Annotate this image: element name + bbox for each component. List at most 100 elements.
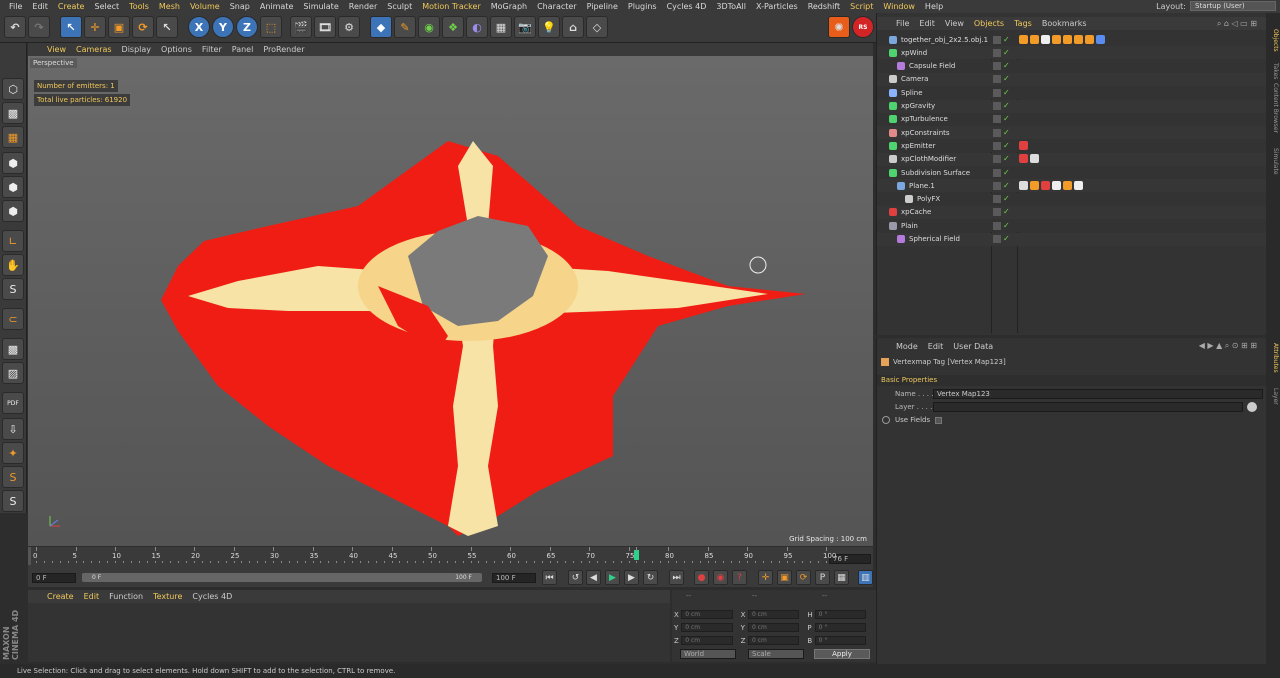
object-tag-icon[interactable] <box>1063 34 1072 44</box>
object-tag-icon[interactable] <box>1019 34 1028 44</box>
menu-window[interactable]: Window <box>878 2 920 11</box>
object-name[interactable]: xpCache <box>901 208 931 216</box>
layer-swatch[interactable] <box>993 35 1001 44</box>
layer-swatch[interactable] <box>993 235 1001 243</box>
rotate-icon[interactable]: ⟳ <box>132 16 154 38</box>
object-tag-icon[interactable] <box>1030 180 1039 190</box>
menu-simulate[interactable]: Simulate <box>298 2 343 11</box>
object-name[interactable]: together_obj_2x2.5.obj.1 <box>901 36 988 44</box>
object-tag-icon[interactable] <box>1052 180 1061 190</box>
object-tag-icon[interactable] <box>1041 180 1050 190</box>
object-row[interactable]: Capsule Field ✓ <box>877 59 1267 73</box>
menu-prorender[interactable]: ProRender <box>258 45 309 54</box>
layer-swatch[interactable] <box>993 128 1001 137</box>
texture-mode-icon[interactable]: ▩ <box>2 102 24 124</box>
floor-icon[interactable]: ▦ <box>490 16 512 38</box>
layer-swatch[interactable] <box>993 208 1001 217</box>
menu-edit[interactable]: Edit <box>27 2 53 11</box>
visibility-check-icon[interactable]: ✓ <box>1003 181 1011 190</box>
object-row[interactable]: xpTurbulence ✓ <box>877 112 1267 126</box>
menu-filter[interactable]: Filter <box>197 45 227 54</box>
menu-texture[interactable]: Texture <box>148 592 187 601</box>
layer-swatch[interactable] <box>993 48 1001 57</box>
tweak-mode-icon[interactable]: ✋ <box>2 254 24 276</box>
menu-help[interactable]: Help <box>920 2 948 11</box>
coord-mode-dropdown[interactable]: World <box>680 649 736 659</box>
play-icon[interactable]: ▶ <box>605 570 620 585</box>
object-row[interactable]: xpCache ✓ <box>877 205 1267 219</box>
apply-button[interactable]: Apply <box>814 649 870 659</box>
visibility-check-icon[interactable]: ✓ <box>1003 155 1011 163</box>
object-name[interactable]: Spherical Field <box>909 235 960 243</box>
frame-range-slider[interactable]: 0 F 100 F <box>82 573 482 582</box>
render-settings-icon[interactable]: ⚙ <box>338 16 360 38</box>
paint-icon[interactable]: ▩ <box>2 338 24 360</box>
menu-file[interactable]: File <box>4 2 27 11</box>
magnet-icon[interactable]: ⊂ <box>2 308 24 330</box>
key-scale-icon[interactable]: ▣ <box>777 570 792 585</box>
move-icon[interactable]: ✛ <box>84 16 106 38</box>
object-tag-icon[interactable] <box>1085 34 1094 44</box>
undo-icon[interactable]: ↶ <box>4 16 26 38</box>
object-tag-icon[interactable] <box>1019 140 1028 150</box>
menu-cycles-4d[interactable]: Cycles 4D <box>662 2 712 11</box>
menu-create[interactable]: Create <box>42 592 79 601</box>
object-row[interactable]: Plain ✓ <box>877 219 1267 233</box>
object-name[interactable]: xpWind <box>901 49 927 57</box>
layer-swatch[interactable] <box>993 221 1001 230</box>
record-icon[interactable]: ● <box>694 570 709 585</box>
menu-create[interactable]: Create <box>53 2 90 11</box>
object-tag-icon[interactable] <box>1074 34 1083 44</box>
visibility-check-icon[interactable]: ✓ <box>1003 48 1011 57</box>
tab-layer[interactable]: Layer <box>1267 388 1279 405</box>
model-mode-icon[interactable]: ⬡ <box>2 78 24 100</box>
menu-edit[interactable]: Edit <box>914 19 940 28</box>
object-name[interactable]: Capsule Field <box>909 62 955 70</box>
workplane-icon[interactable]: ▦ <box>2 126 24 148</box>
menu-panel[interactable]: Panel <box>227 45 259 54</box>
live-selection-icon[interactable]: ↖ <box>60 16 82 38</box>
menu-sculpt[interactable]: Sculpt <box>382 2 417 11</box>
end-frame-field[interactable]: 100 F <box>492 573 536 583</box>
object-name[interactable]: xpConstraints <box>901 129 950 137</box>
name-field[interactable]: Vertex Map123 <box>933 389 1263 399</box>
render-view-icon[interactable]: 🎬 <box>290 16 312 38</box>
menu-cycles-4d[interactable]: Cycles 4D <box>187 592 237 601</box>
edges-mode-icon[interactable]: ⬢ <box>2 176 24 198</box>
object-tag-icon[interactable] <box>1041 34 1050 44</box>
object-row[interactable]: PolyFX ✓ <box>877 192 1267 206</box>
layer-swatch[interactable] <box>993 62 1001 71</box>
start-frame-field[interactable]: 0 F <box>32 573 76 583</box>
menu-bookmarks[interactable]: Bookmarks <box>1037 19 1092 28</box>
keyframe-selection-icon[interactable]: ? <box>732 570 747 585</box>
tab-simulate[interactable]: Simulate <box>1267 148 1279 175</box>
menu-cameras[interactable]: Cameras <box>71 45 117 54</box>
menu-tools[interactable]: Tools <box>124 2 154 11</box>
object-name[interactable]: Camera <box>901 75 928 83</box>
viewport-perspective[interactable]: Perspective Number of emitters: 1 Total … <box>28 56 873 546</box>
layer-swatch[interactable] <box>993 115 1001 124</box>
layer-swatch[interactable] <box>993 195 1001 204</box>
menu-plugins[interactable]: Plugins <box>623 2 662 11</box>
object-tag-icon[interactable] <box>1074 180 1083 190</box>
coord-value-field[interactable]: 0 cm <box>747 636 800 645</box>
visibility-check-icon[interactable]: ✓ <box>1003 88 1011 97</box>
menu-select[interactable]: Select <box>89 2 124 11</box>
visibility-check-icon[interactable]: ✓ <box>1003 128 1011 137</box>
menu-options[interactable]: Options <box>156 45 197 54</box>
key-rotation-icon[interactable]: ⟳ <box>796 570 811 585</box>
object-row[interactable]: Spherical Field ✓ <box>877 232 1267 246</box>
menu-motion-tracker[interactable]: Motion Tracker <box>417 2 486 11</box>
object-row[interactable]: together_obj_2x2.5.obj.1 ✓ <box>877 33 1267 46</box>
menu-display[interactable]: Display <box>117 45 157 54</box>
nav-arrows-icon[interactable]: ◀ ▶ ▲ ⌕ ⊙ ⊞ ⊞ <box>1199 341 1257 351</box>
polygons-mode-icon[interactable]: ⬢ <box>2 200 24 222</box>
menu-view[interactable]: View <box>940 19 969 28</box>
coord-value-field[interactable]: 0 ° <box>814 623 867 632</box>
layer-picker-icon[interactable] <box>1247 402 1257 412</box>
menu-tags[interactable]: Tags <box>1009 19 1037 28</box>
key-pla-icon[interactable]: ▦ <box>834 570 849 585</box>
visibility-check-icon[interactable]: ✓ <box>1003 35 1011 44</box>
sky-icon[interactable]: ⌂ <box>562 16 584 38</box>
visibility-check-icon[interactable]: ✓ <box>1003 75 1011 83</box>
